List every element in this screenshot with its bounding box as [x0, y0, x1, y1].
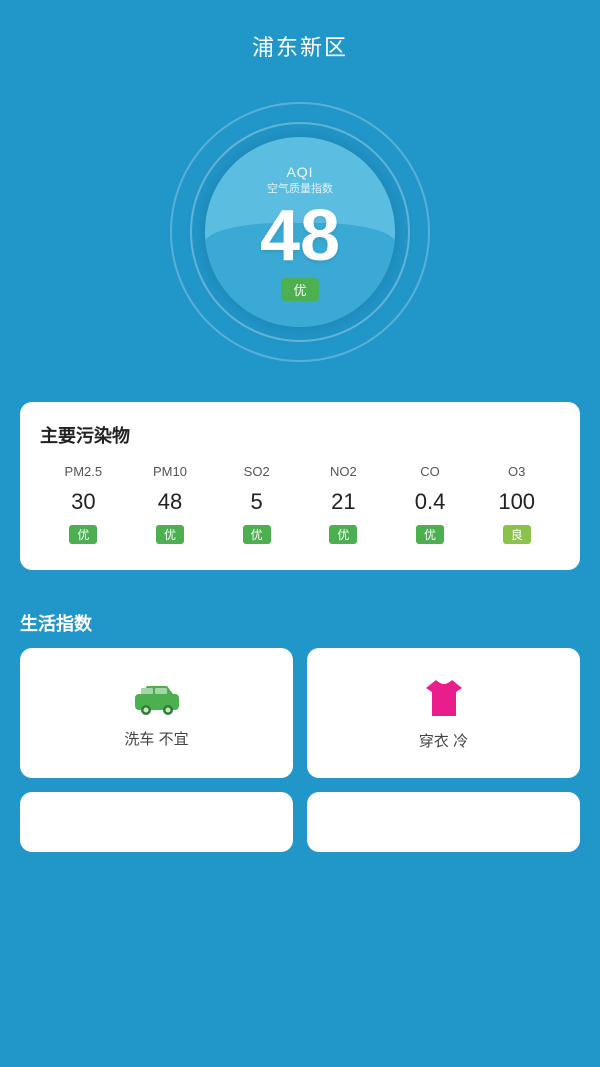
pollutants-values-row: 30 48 5 21 0.4 100: [40, 489, 560, 519]
pm25-name: PM2.5: [65, 464, 103, 479]
co-badge: 优: [416, 525, 444, 544]
no2-value: 21: [331, 489, 355, 515]
pollutant-col-co: CO: [387, 464, 474, 483]
pollutant-col-no2: NO2: [300, 464, 387, 483]
life-index-grid: 洗车 不宜 穿衣 冷: [20, 648, 580, 778]
pollutants-table: PM2.5 PM10 SO2 NO2 CO O3 30 48: [40, 464, 560, 544]
pollutant-col-pm25: PM2.5: [40, 464, 127, 483]
pm25-badge: 优: [69, 525, 97, 544]
pollutants-card: 主要污染物 PM2.5 PM10 SO2 NO2 CO O3: [20, 402, 580, 570]
pm25-value: 30: [71, 489, 95, 515]
no2-name: NO2: [330, 464, 357, 479]
pollutants-badges-row: 优 优 优 优 优 良: [40, 525, 560, 544]
no2-badge: 优: [329, 525, 357, 544]
aqi-middle-ring: AQI 空气质量指数 48 优: [190, 122, 410, 342]
aqi-badge: 优: [281, 278, 318, 301]
so2-name: SO2: [244, 464, 270, 479]
pollutant-col-o3: O3: [473, 464, 560, 483]
life-index-title: 生活指数: [0, 590, 600, 648]
o3-value: 100: [498, 489, 535, 515]
car-icon: [131, 678, 183, 718]
pm10-value: 48: [158, 489, 182, 515]
o3-badge: 良: [503, 525, 531, 544]
life-bottom-row: [20, 792, 580, 852]
pollutants-names-row: PM2.5 PM10 SO2 NO2 CO O3: [40, 464, 560, 483]
aqi-circle: AQI 空气质量指数 48 优: [205, 137, 395, 327]
life-card-partial-left: [20, 792, 293, 852]
pollutant-col-so2: SO2: [213, 464, 300, 483]
pollutants-title: 主要污染物: [40, 422, 560, 448]
car-wash-label: 洗车 不宜: [124, 728, 188, 749]
aqi-sublabel: 空气质量指数: [267, 180, 333, 196]
co-value: 0.4: [415, 489, 446, 515]
aqi-label: AQI: [286, 164, 313, 180]
aqi-outer-ring: AQI 空气质量指数 48 优: [170, 102, 430, 362]
so2-badge: 优: [243, 525, 271, 544]
pm10-badge: 优: [156, 525, 184, 544]
o3-name: O3: [508, 464, 525, 479]
clothing-label: 穿衣 冷: [419, 730, 468, 751]
aqi-value: 48: [260, 200, 340, 272]
aqi-section: AQI 空气质量指数 48 优: [0, 82, 600, 402]
clothing-card: 穿衣 冷: [307, 648, 580, 778]
so2-value: 5: [251, 489, 263, 515]
pm10-name: PM10: [153, 464, 187, 479]
life-card-partial-right: [307, 792, 580, 852]
shirt-icon: [422, 676, 466, 720]
car-wash-card: 洗车 不宜: [20, 648, 293, 778]
pollutant-col-pm10: PM10: [127, 464, 214, 483]
page-title: 浦东新区: [0, 0, 600, 82]
co-name: CO: [420, 464, 440, 479]
